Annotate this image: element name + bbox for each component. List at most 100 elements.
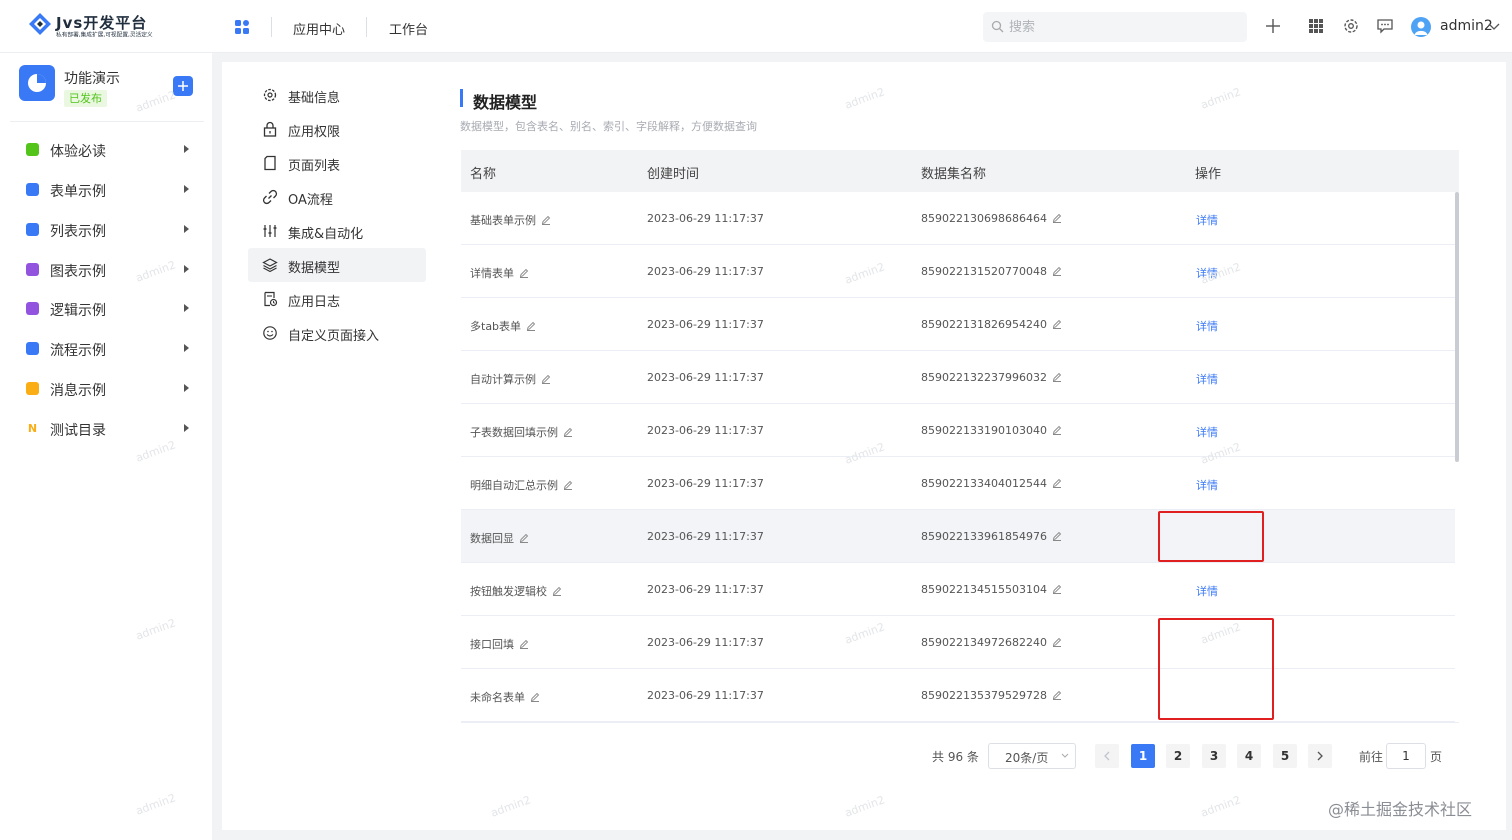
edit-icon[interactable] [519,639,529,649]
dataset-text: 859022131520770048 [921,265,1047,278]
app-icon[interactable] [19,65,55,101]
detail-link[interactable]: 详情 [1196,477,1218,493]
prev-page-button[interactable] [1095,744,1119,768]
sidebar-item-flow[interactable]: 流程示例 [0,331,212,367]
edit-icon[interactable] [1052,637,1062,647]
detail-link[interactable]: 详情 [1196,265,1218,281]
settings-item-logs[interactable]: 应用日志 [248,282,426,316]
pagination-total: 共 96 条 [932,750,979,764]
edit-icon[interactable] [563,480,573,490]
table-scrollbar[interactable] [1455,192,1459,722]
edit-icon[interactable] [563,427,573,437]
settings-item-label: 页面列表 [288,159,341,174]
edit-icon[interactable] [1052,531,1062,541]
edit-icon[interactable] [526,321,536,331]
detail-link[interactable]: 详情 [1196,583,1218,599]
settings-item-integration[interactable]: 集成&自动化 [248,214,426,248]
name-text: 数据回显 [470,532,514,545]
edit-icon[interactable] [1052,478,1062,488]
nav-workbench[interactable]: 工作台 [389,19,428,38]
sidebar-item-experience[interactable]: 体验必读 [0,132,212,168]
sidebar-item-form[interactable]: 表单示例 [0,172,212,208]
nav-app-center[interactable]: 应用中心 [293,19,345,38]
page-title: 数据模型 [473,93,538,112]
chevron-down-icon[interactable] [1488,22,1500,32]
cell-dataset: 859022134515503104 [921,583,1062,596]
add-menu-button[interactable] [173,76,193,96]
settings-item-oa-flow[interactable]: OA流程 [248,180,426,214]
edit-icon[interactable] [1052,266,1062,276]
plus-icon[interactable] [1264,17,1282,35]
settings-item-custom-page[interactable]: 自定义页面接入 [248,316,426,350]
edit-icon[interactable] [519,268,529,278]
settings-item-data-model[interactable]: 数据模型 [248,248,426,282]
edit-icon[interactable] [541,215,551,225]
page-button[interactable]: 1 [1131,744,1155,768]
cell-name: 子表数据回填示例 [470,424,573,440]
settings-item-permission[interactable]: 应用权限 [248,112,426,146]
next-page-button[interactable] [1308,744,1332,768]
edit-icon[interactable] [1052,319,1062,329]
edit-icon[interactable] [1052,372,1062,382]
sidebar-item-chart[interactable]: 图表示例 [0,252,212,288]
app-sidebar: 功能演示 已发布 体验必读 表单示例 列表示例 图表示例 逻辑示例 流程示例 消… [0,53,212,840]
search-input[interactable] [1009,12,1239,42]
page-button[interactable]: 3 [1202,744,1226,768]
edit-icon[interactable] [1052,425,1062,435]
settings-item-label: 自定义页面接入 [288,329,380,344]
nav-divider [366,17,367,37]
edit-icon[interactable] [519,533,529,543]
sidebar-item-logic[interactable]: 逻辑示例 [0,291,212,327]
table-row: 未命名表单 2023-06-29 11:17:37 85902213537952… [461,669,1455,722]
edit-icon[interactable] [530,692,540,702]
message-icon[interactable] [1376,17,1394,35]
detail-link[interactable]: 详情 [1196,371,1218,387]
table-row: 基础表单示例 2023-06-29 11:17:37 8590221306986… [461,192,1455,245]
scrollbar-thumb[interactable] [1455,192,1459,462]
detail-link[interactable]: 详情 [1196,318,1218,334]
app-grid-icon[interactable] [234,19,250,35]
detail-link[interactable]: 详情 [1196,424,1218,440]
caret-right-icon [184,185,189,193]
settings-item-pages[interactable]: 页面列表 [248,146,426,180]
caret-right-icon [184,225,189,233]
cell-dataset: 859022133190103040 [921,424,1062,437]
edit-icon[interactable] [541,374,551,384]
grid-menu-icon[interactable] [1307,17,1325,35]
page-size-select[interactable]: 20条/页 [988,743,1076,769]
edit-icon[interactable] [1052,584,1062,594]
page-button[interactable]: 5 [1273,744,1297,768]
page-button[interactable]: 2 [1166,744,1190,768]
caret-right-icon [184,384,189,392]
cell-created: 2023-06-29 11:17:37 [647,636,764,649]
dataset-text: 859022134972682240 [921,636,1047,649]
edit-icon[interactable] [552,586,562,596]
edit-icon[interactable] [1052,213,1062,223]
sidebar-item-list[interactable]: 列表示例 [0,212,212,248]
goto-page-input[interactable]: 1 [1386,743,1426,769]
cell-dataset: 859022135379529728 [921,689,1062,702]
sidebar-item-label: 消息示例 [50,383,106,399]
cell-dataset: 859022133961854976 [921,530,1062,543]
cell-name: 数据回显 [470,530,529,546]
page-suffix: 页 [1430,750,1443,764]
cell-name: 接口回填 [470,636,529,652]
sidebar-item-test[interactable]: N 测试目录 [0,411,212,447]
cell-name: 基础表单示例 [470,212,551,228]
sidebar-item-message[interactable]: 消息示例 [0,371,212,407]
brand-logo[interactable]: Jvs开发平台 私有部署,集成扩展,可视配置,灵活定义 [28,10,188,42]
avatar[interactable] [1411,17,1431,37]
name-text: 明细自动汇总示例 [470,479,558,492]
username[interactable]: admin2 [1440,18,1493,34]
settings-item-label: 应用日志 [288,295,341,310]
settings-item-basic-info[interactable]: 基础信息 [248,78,426,112]
dataset-text: 859022133404012544 [921,477,1047,490]
search-box[interactable] [983,12,1247,42]
page-button[interactable]: 4 [1237,744,1261,768]
settings-item-label: 数据模型 [288,261,341,276]
settings-icon[interactable] [1342,17,1360,35]
detail-link[interactable]: 详情 [1196,212,1218,228]
table-row: 明细自动汇总示例 2023-06-29 11:17:37 85902213340… [461,457,1455,510]
edit-icon[interactable] [1052,690,1062,700]
cell-created: 2023-06-29 11:17:37 [647,477,764,490]
